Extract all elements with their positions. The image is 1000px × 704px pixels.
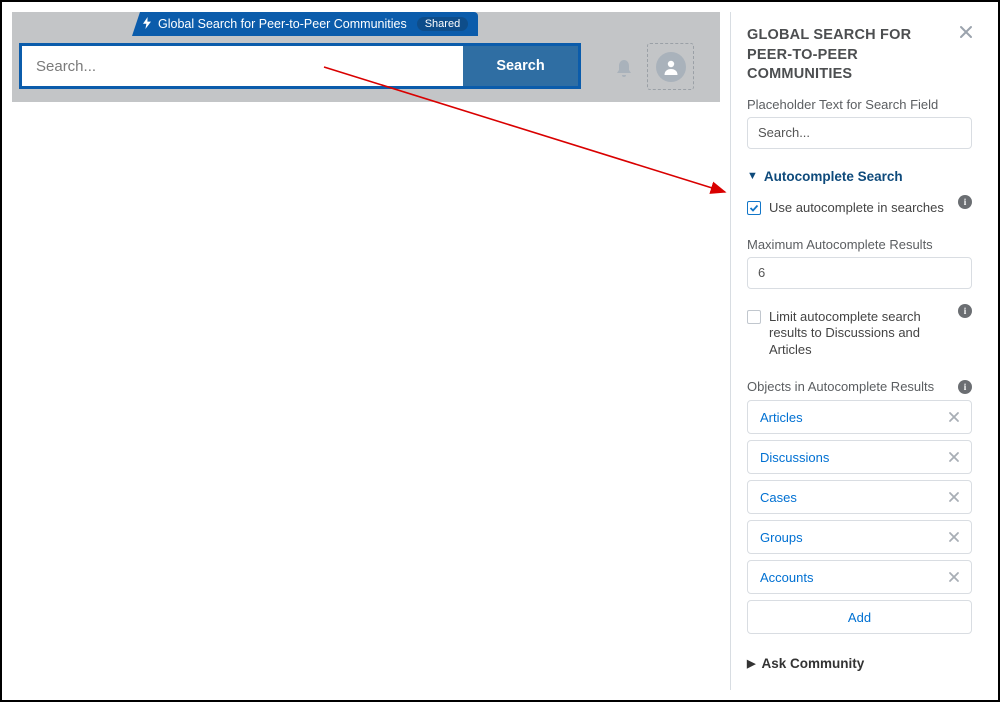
selected-component-tab[interactable]: Global Search for Peer-to-Peer Communiti… [132,12,478,36]
notifications-icon[interactable] [608,53,640,85]
preview-topbar: Global Search for Peer-to-Peer Communiti… [12,12,720,102]
remove-icon[interactable] [945,408,963,426]
avatar [656,52,686,82]
properties-panel: GLOBAL SEARCH FOR PEER-TO-PEER COMMUNITI… [730,12,988,690]
search-input[interactable] [22,46,463,86]
chevron-down-icon: ▼ [747,170,758,182]
placeholder-field-label: Placeholder Text for Search Field [747,97,972,112]
info-icon[interactable]: i [958,380,972,394]
object-chip-label: Articles [760,410,945,425]
limit-autocomplete-checkbox-row[interactable]: Limit autocomplete search results to Dis… [747,309,952,360]
section-autocomplete-toggle[interactable]: ▼ Autocomplete Search [747,169,972,184]
object-chip[interactable]: Accounts [747,560,972,594]
objects-list: Articles Discussions Cases Groups Accoun… [747,400,972,634]
panel-title: GLOBAL SEARCH FOR PEER-TO-PEER COMMUNITI… [747,26,972,85]
use-autocomplete-label: Use autocomplete in searches [769,200,952,217]
component-tab-label: Global Search for Peer-to-Peer Communiti… [158,17,407,31]
info-icon[interactable]: i [958,304,972,318]
remove-icon[interactable] [945,528,963,546]
max-results-label: Maximum Autocomplete Results [747,237,972,252]
remove-icon[interactable] [945,448,963,466]
info-icon[interactable]: i [958,195,972,209]
shared-badge: Shared [417,17,468,31]
section-ask-community-title: Ask Community [761,656,864,671]
checkbox-checked-icon [747,201,761,215]
object-chip-label: Cases [760,490,945,505]
search-component-selection[interactable]: Search [19,43,581,89]
object-chip-label: Accounts [760,570,945,585]
object-chip[interactable]: Groups [747,520,972,554]
add-object-button[interactable]: Add [747,600,972,634]
remove-icon[interactable] [945,488,963,506]
bolt-icon [142,17,152,32]
section-ask-community-toggle[interactable]: ▶ Ask Community [747,656,972,671]
objects-label: Objects in Autocomplete Results [747,379,952,394]
search-button[interactable]: Search [463,46,578,86]
remove-icon[interactable] [945,568,963,586]
checkbox-empty-icon [747,310,761,324]
close-icon[interactable] [958,24,976,42]
limit-autocomplete-label: Limit autocomplete search results to Dis… [769,309,952,360]
profile-drop-target[interactable] [647,43,694,90]
max-results-input[interactable] [747,257,972,289]
section-autocomplete-title: Autocomplete Search [764,169,903,184]
object-chip[interactable]: Articles [747,400,972,434]
object-chip-label: Groups [760,530,945,545]
placeholder-field-input[interactable] [747,117,972,149]
object-chip[interactable]: Discussions [747,440,972,474]
use-autocomplete-checkbox-row[interactable]: Use autocomplete in searches [747,200,952,217]
chevron-right-icon: ▶ [747,657,755,670]
object-chip-label: Discussions [760,450,945,465]
object-chip[interactable]: Cases [747,480,972,514]
